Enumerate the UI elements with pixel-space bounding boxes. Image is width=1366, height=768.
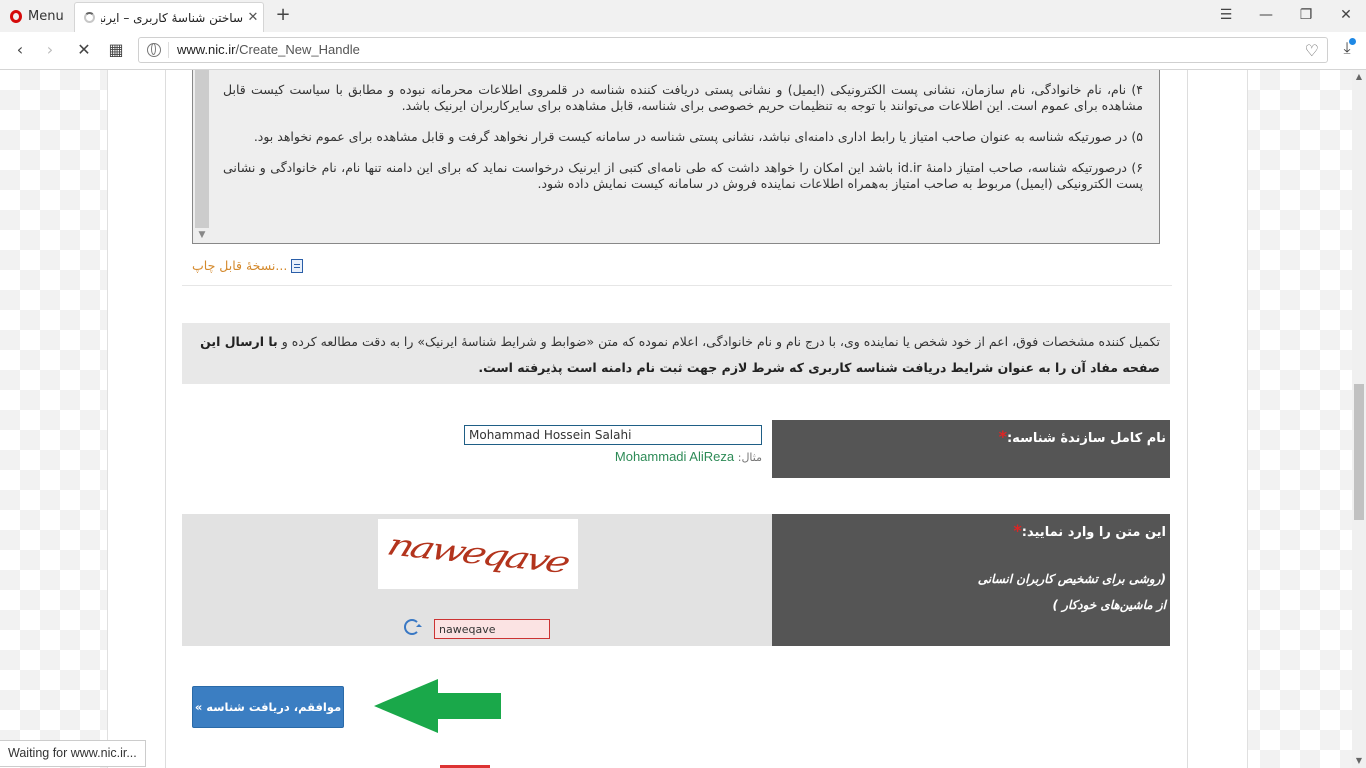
fullname-input[interactable] [464,425,762,445]
minimize-icon[interactable]: — [1246,0,1286,32]
loading-spinner-icon [84,12,95,23]
required-mark: * [998,427,1007,446]
url-text[interactable]: www.nic.ir/Create_New_Handle [177,42,360,57]
window-close-icon[interactable]: ✕ [1326,0,1366,32]
required-mark: * [1013,521,1022,540]
agreement-notice: تکمیل کننده مشخصات فوق، اعم از خود شخص ی… [182,323,1170,384]
left-page-margin [107,70,167,768]
document-icon [291,258,304,273]
right-page-margin [1186,70,1248,768]
captcha-hint-line: از ماشین‌های خودکار ) [1052,598,1166,612]
forward-icon[interactable]: › [38,39,62,61]
fullname-example: مثال: Mohammadi AliReza [598,449,762,464]
divider [182,285,1172,286]
printable-version-link[interactable]: نسخهٔ قابل چاپ... [192,258,304,273]
tab-menu-icon[interactable]: ☰ [1206,0,1246,32]
terms-text: ۴) نام، نام خانوادگی، نام سازمان، نشانی … [223,82,1143,207]
terms-item: ۶) درصورتیکه شناسه، صاحب امتیاز دامنهٔ i… [223,160,1143,191]
fullname-label: نام کامل سازندهٔ شناسه: [1006,431,1166,446]
terms-textbox[interactable]: ▼ ۴) نام، نام خانوادگی، نام سازمان، نشان… [192,70,1160,244]
fullname-label-cell: نام کامل سازندهٔ شناسه:* [772,420,1170,478]
browser-tab[interactable]: ساختن شناسهٔ کاربری – ایرنیک ✕ [74,2,264,32]
opera-logo-icon [10,9,22,23]
page-viewport: ▼ ۴) نام، نام خانوادگی، نام سازمان، نشان… [0,70,1352,768]
new-tab-button[interactable]: + [272,4,294,26]
main-content: ▼ ۴) نام، نام خانوادگی، نام سازمان، نشان… [165,70,1188,768]
example-value: Mohammadi AliReza [614,449,735,464]
captcha-label: این متن را وارد نمایید: [1021,525,1166,540]
menu-label: Menu [28,8,64,24]
url-path: /Create_New_Handle [235,42,360,57]
terms-scroll-down-icon[interactable]: ▼ [196,230,208,240]
captcha-field-cell: naweqave [182,514,772,646]
terms-item: ۵) در صورتیکه شناسه به عنوان صاحب امتیاز… [253,129,1143,144]
captcha-hint: (روشی برای تشخیص کاربران انسانی از ماشین… [978,566,1166,618]
address-toolbar: ‹ › ✕ ▦ www.nic.ir/Create_New_Handle ♡ ⤓ [0,32,1366,70]
back-icon[interactable]: ‹ [8,39,32,61]
status-bar: Waiting for www.nic.ir... [0,740,146,767]
example-label: مثال: [737,451,762,464]
download-indicator-dot [1349,38,1356,45]
captcha-hint-line: (روشی برای تشخیص کاربران انسانی [977,572,1166,586]
url-separator [168,42,169,58]
fullname-field-cell: مثال: Mohammadi AliReza [182,420,772,478]
restore-icon[interactable]: ❐ [1286,0,1326,32]
tab-bar: Menu ساختن شناسهٔ کاربری – ایرنیک ✕ + ☰ … [0,0,1366,33]
captcha-image: naweqave [378,519,578,589]
speed-dial-icon[interactable]: ▦ [104,39,128,61]
site-info-globe-icon[interactable] [147,43,161,57]
scroll-down-icon[interactable]: ▼ [1352,754,1366,768]
tab-title: ساختن شناسهٔ کاربری – ایرنیک [101,10,243,25]
page-scrollbar[interactable]: ▲ ▼ [1352,70,1366,768]
green-arrow-icon [374,679,501,733]
terms-scrollbar[interactable] [195,70,209,228]
agree-submit-button[interactable]: موافقم، دریافت شناسه » [192,686,344,728]
captcha-image-text: naweqave [383,527,573,581]
stop-loading-icon[interactable]: ✕ [72,39,96,61]
url-field[interactable]: www.nic.ir/Create_New_Handle ♡ [138,37,1328,63]
scrollbar-thumb[interactable] [1354,384,1364,520]
captcha-row: naweqave این متن را وارد نمایید:* (روشی … [182,514,1170,646]
scroll-up-icon[interactable]: ▲ [1352,70,1366,84]
bookmark-heart-icon[interactable]: ♡ [1305,41,1319,60]
refresh-captcha-icon[interactable] [404,619,422,635]
close-tab-icon[interactable]: ✕ [243,10,263,25]
captcha-input[interactable] [434,619,550,639]
captcha-label-cell: این متن را وارد نمایید:* (روشی برای تشخی… [772,514,1170,646]
terms-item: ۴) نام، نام خانوادگی، نام سازمان، نشانی … [223,82,1143,113]
fullname-row: مثال: Mohammadi AliReza نام کامل سازندهٔ… [182,420,1170,478]
opera-menu-button[interactable]: Menu [0,0,72,32]
agreement-text: تکمیل کننده مشخصات فوق، اعم از خود شخص ی… [277,334,1160,349]
url-domain: www.nic.ir [177,42,236,57]
printable-version-label: نسخهٔ قابل چاپ... [192,258,288,273]
